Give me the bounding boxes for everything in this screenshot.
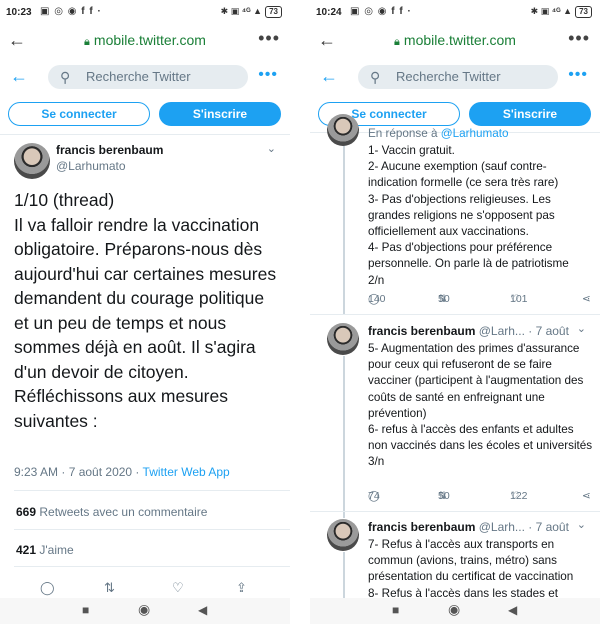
tweet-actions: ◯ 74 ⇅ 50 ♡ 122 ⋖ [368,490,591,502]
divider [14,490,290,491]
avatar[interactable] [14,143,50,179]
thread-line [343,356,345,518]
lock-icon: 🔒︎ [394,36,400,48]
battery-icon: 73 [265,6,282,18]
url-field[interactable]: 🔒︎ mobile.twitter.com [310,32,600,49]
like-count: 122 [510,490,528,502]
share-icon[interactable]: ⇪ [236,580,247,596]
system-icons: ✱ ▣ ⁴ᴳ ▲ 73 [221,6,282,18]
mention-link[interactable]: @Larhumato [441,127,509,140]
url-field[interactable]: 🔒︎ mobile.twitter.com [0,32,290,49]
divider [14,529,290,530]
search-input[interactable]: ⚲ Recherche Twitter [358,65,558,89]
twitter-header: ← ⚲ Recherche Twitter ••• [310,60,600,94]
reply-icon[interactable]: ◯ [40,580,55,596]
twitter-header: ← ⚲ Recherche Twitter ••• [0,60,290,94]
browser-url-bar: ← 🔒︎ mobile.twitter.com ••• [310,26,600,56]
author-name[interactable]: francis berenbaum @Larh... · 7 août [368,324,569,338]
tweet-text: 1- Vaccin gratuit. 2- Aucune exemption (… [368,144,569,287]
share-icon[interactable]: ⋖ [582,490,591,502]
notification-icons: ▣ ◎ ◉ f f · [350,6,412,17]
author-name[interactable]: francis berenbaum @Larh... · 7 août [368,520,569,534]
retweet-count: 50 [438,490,450,502]
browser-menu-icon[interactable]: ••• [258,28,280,49]
twitter-back-icon[interactable]: ← [320,66,338,87]
divider [0,134,290,135]
notification-icons: ▣ ◎ ◉ f f · [40,6,102,17]
chevron-down-icon[interactable]: ⌄ [267,142,276,155]
chevron-down-icon[interactable]: ⌄ [577,322,586,335]
divider [14,566,290,567]
system-icons: ✱ ▣ ⁴ᴳ ▲ 73 [531,6,592,18]
search-input[interactable]: ⚲ Recherche Twitter [48,65,248,89]
more-options-icon[interactable]: ••• [568,66,588,84]
back-icon[interactable]: ◀ [198,603,207,617]
recents-icon[interactable]: ■ [392,603,399,617]
avatar[interactable] [327,519,359,551]
tweet-text: 1/10 (thread) Il va falloir rendre la va… [14,190,277,431]
retweets-stat[interactable]: 669 Retweets avec un commentaire [16,505,207,519]
reply-count: 140 [368,293,386,305]
left-screenshot: 10:23 ▣ ◎ ◉ f f · ✱ ▣ ⁴ᴳ ▲ 73 ← 🔒︎ mobile.… [0,0,290,624]
share-icon[interactable]: ⋖ [582,293,591,305]
lock-icon: 🔒︎ [84,36,90,48]
tweet-actions: ◯ 140 ⇅ 50 ♡ 101 ⋖ [368,293,591,305]
author-handle[interactable]: @Larhumato [56,159,126,173]
browser-url-bar: ← 🔒︎ mobile.twitter.com ••• [0,26,290,56]
status-time: 10:24 [316,7,342,18]
right-screenshot: 10:24 ▣ ◎ ◉ f f · ✱ ▣ ⁴ᴳ ▲ 73 ← 🔒︎ mobile.… [310,0,600,624]
status-bar: 10:24 ▣ ◎ ◉ f f · ✱ ▣ ⁴ᴳ ▲ 73 [310,0,600,26]
back-icon[interactable]: ◀ [508,603,517,617]
login-button[interactable]: Se connecter [8,102,150,126]
signup-button[interactable]: S'inscrire [159,102,281,126]
recents-icon[interactable]: ■ [82,603,89,617]
retweet-icon[interactable]: ⇅ [104,580,115,596]
auth-buttons: Se connecter S'inscrire [0,102,290,128]
more-options-icon[interactable]: ••• [258,66,278,84]
retweet-count: 50 [438,293,450,305]
author-name[interactable]: francis berenbaum [56,143,163,157]
search-icon: ⚲ [370,69,381,85]
tweet-text: 5- Augmentation des primes d'assurance p… [368,342,593,469]
home-icon[interactable]: ◉ [448,601,460,618]
android-nav-bar: ■ ◉ ◀ [0,598,290,624]
avatar[interactable] [327,114,359,146]
battery-icon: 73 [575,6,592,18]
twitter-back-icon[interactable]: ← [10,66,28,87]
status-time: 10:23 [6,7,32,18]
thread-line [343,134,345,314]
search-icon: ⚲ [60,69,71,85]
thread-line [343,552,345,602]
reply-context: En réponse à @Larhumato [368,127,509,140]
tweet-actions: ◯ ⇅ ♡ ⇪ [0,580,290,596]
tweet-text: 7- Refus à l'accès aux transports en com… [368,538,574,600]
divider [310,511,600,512]
chevron-down-icon[interactable]: ⌄ [577,518,586,531]
browser-menu-icon[interactable]: ••• [568,28,590,49]
like-count: 101 [510,293,528,305]
divider [310,314,600,315]
status-bar: 10:23 ▣ ◎ ◉ f f · ✱ ▣ ⁴ᴳ ▲ 73 [0,0,290,26]
android-nav-bar: ■ ◉ ◀ [310,598,600,624]
avatar[interactable] [327,323,359,355]
tweet-source-link[interactable]: Twitter Web App [143,465,230,479]
signup-button[interactable]: S'inscrire [469,102,591,126]
likes-stat[interactable]: 421 J'aime [16,543,74,557]
tweet-meta: 9:23 AM · 7 août 2020 · Twitter Web App [14,465,230,479]
reply-count: 74 [368,490,380,502]
home-icon[interactable]: ◉ [138,601,150,618]
like-icon[interactable]: ♡ [172,580,184,596]
